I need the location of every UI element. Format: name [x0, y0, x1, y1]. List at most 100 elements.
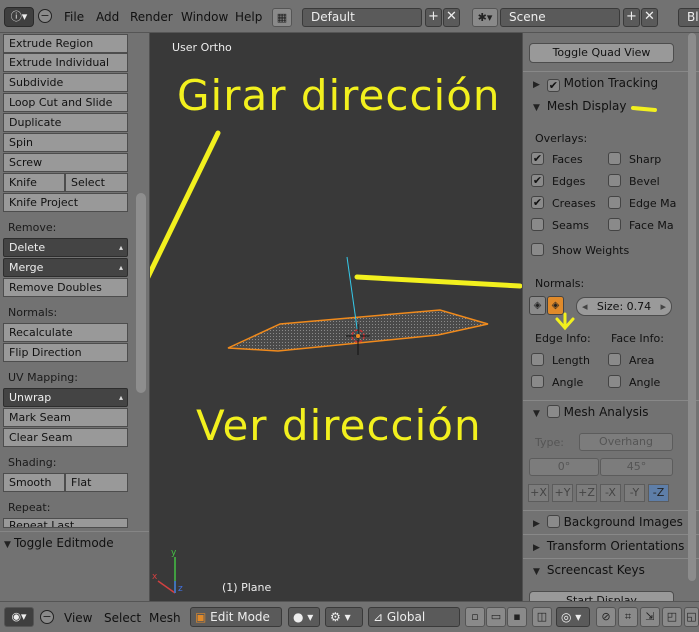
- axis-pos-x-button[interactable]: +X: [528, 484, 549, 502]
- info-editor-type-button[interactable]: ⓘ▾: [4, 7, 34, 27]
- axis-neg-y-button[interactable]: -Y: [624, 484, 645, 502]
- add-scene-button[interactable]: +: [623, 8, 640, 27]
- seams-checkbox[interactable]: [531, 218, 544, 231]
- sharp-checkbox[interactable]: [608, 152, 621, 165]
- knife-select-button[interactable]: Select: [65, 173, 128, 192]
- axis-neg-x-button[interactable]: -X: [600, 484, 621, 502]
- motion-tracking-panel[interactable]: ▶ ✔ Motion Tracking: [523, 71, 699, 93]
- edge-angle-checkbox[interactable]: [531, 375, 544, 388]
- pivot-point-dropdown[interactable]: ⚙ ▾: [325, 607, 363, 627]
- angle-max-field[interactable]: 45°: [600, 458, 673, 476]
- transform-orientation-dropdown[interactable]: ⊿ Global: [368, 607, 460, 627]
- properties-region: Toggle Quad View ▶ ✔ Motion Tracking ▼ M…: [522, 33, 699, 601]
- normal-size-field[interactable]: ◂ Size: 0.74 ▸: [576, 297, 672, 316]
- menu-add[interactable]: Add: [96, 10, 119, 24]
- analysis-type-value: Overhang: [599, 435, 653, 448]
- collapse-menus-icon[interactable]: −: [38, 9, 52, 23]
- view3d-editor-type-icon[interactable]: ◉▾: [4, 607, 34, 627]
- bevel-checkbox[interactable]: [608, 174, 621, 187]
- snap-target-icon[interactable]: ⌗: [618, 607, 638, 627]
- render-anim-icon[interactable]: ◱: [684, 607, 699, 627]
- toggle-quad-view-button[interactable]: Toggle Quad View: [529, 43, 674, 63]
- vertex-normals-icon[interactable]: ◈: [529, 296, 546, 315]
- knife-project-button[interactable]: Knife Project: [3, 193, 128, 212]
- render-icon[interactable]: ◰: [662, 607, 682, 627]
- menu-mesh[interactable]: Mesh: [149, 611, 181, 625]
- menu-file[interactable]: File: [64, 10, 84, 24]
- screw-button[interactable]: Screw: [3, 153, 128, 172]
- creases-checkbox[interactable]: ✔: [531, 196, 544, 209]
- screencast-keys-panel[interactable]: ▼ Screencast Keys: [523, 558, 699, 580]
- menu-view[interactable]: View: [64, 611, 92, 625]
- screen-layout-icon[interactable]: ▦: [272, 8, 292, 27]
- delete-dropdown[interactable]: Delete▴▾: [3, 238, 128, 269]
- panel-collapsed-icon: ▶: [533, 543, 540, 553]
- flip-direction-button[interactable]: Flip Direction: [3, 343, 128, 362]
- recalculate-button[interactable]: Recalculate: [3, 323, 128, 342]
- interaction-mode-dropdown[interactable]: ▣ Edit Mode: [190, 607, 282, 627]
- limit-selection-icon[interactable]: ◫: [532, 607, 552, 627]
- viewport-shading-dropdown[interactable]: ● ▾: [288, 607, 320, 627]
- face-select-icon[interactable]: ▪: [507, 607, 527, 627]
- snap-element-icon[interactable]: ⇲: [640, 607, 660, 627]
- menu-window[interactable]: Window: [181, 10, 228, 24]
- extrude-region-button[interactable]: Extrude Region: [3, 34, 128, 53]
- start-display-button[interactable]: Start Display: [529, 591, 674, 601]
- spin-button[interactable]: Spin: [3, 133, 128, 152]
- remove-layout-button[interactable]: ✕: [443, 8, 460, 27]
- flat-button[interactable]: Flat: [65, 473, 128, 492]
- remove-scene-button[interactable]: ✕: [641, 8, 658, 27]
- edges-checkbox[interactable]: ✔: [531, 174, 544, 187]
- extrude-individual-button[interactable]: Extrude Individual: [3, 53, 128, 72]
- mesh-analysis-panel[interactable]: ▼ Mesh Analysis: [523, 400, 699, 422]
- clear-seam-button[interactable]: Clear Seam: [3, 428, 128, 447]
- faces-checkbox[interactable]: ✔: [531, 152, 544, 165]
- subdivide-button[interactable]: Subdivide: [3, 73, 128, 92]
- scene-icon[interactable]: ✱▾: [472, 8, 498, 27]
- mesh-analysis-checkbox[interactable]: [546, 405, 560, 418]
- scene-field[interactable]: Scene: [500, 8, 620, 27]
- background-images-panel[interactable]: ▶ Background Images: [523, 510, 699, 532]
- knife-button[interactable]: Knife: [3, 173, 65, 192]
- toggle-editmode-panel[interactable]: ▼ Toggle Editmode: [0, 531, 149, 553]
- orientation-icon: ⊿: [373, 610, 387, 624]
- edge-length-checkbox[interactable]: [531, 353, 544, 366]
- smooth-button[interactable]: Smooth: [3, 473, 65, 492]
- background-images-checkbox[interactable]: [546, 515, 560, 528]
- merge-dropdown[interactable]: Merge▴▾: [3, 258, 128, 289]
- unwrap-dropdown[interactable]: Unwrap▴▾: [3, 388, 128, 419]
- menu-help[interactable]: Help: [235, 10, 262, 24]
- axis-neg-z-button[interactable]: -Z: [648, 484, 669, 502]
- menu-render[interactable]: Render: [130, 10, 173, 24]
- edge-marks-checkbox[interactable]: [608, 196, 621, 209]
- loop-cut-button[interactable]: Loop Cut and Slide: [3, 93, 128, 112]
- analysis-type-label: Type:: [535, 436, 564, 449]
- remove-doubles-button[interactable]: Remove Doubles: [3, 278, 128, 297]
- edge-select-icon[interactable]: ▭: [486, 607, 506, 627]
- menu-select[interactable]: Select: [104, 611, 141, 625]
- axis-pos-z-button[interactable]: +Z: [576, 484, 597, 502]
- sharp-label: Sharp: [629, 153, 662, 166]
- angle-min-field[interactable]: 0°: [529, 458, 599, 476]
- vertex-select-icon[interactable]: ▫: [465, 607, 485, 627]
- render-engine-field[interactable]: Ble: [678, 8, 699, 27]
- analysis-type-dropdown[interactable]: Overhang: [579, 433, 673, 451]
- axis-pos-y-button[interactable]: +Y: [552, 484, 573, 502]
- snap-icon[interactable]: ⊘: [596, 607, 616, 627]
- proportional-edit-dropdown[interactable]: ◎ ▾: [556, 607, 590, 627]
- face-angle-checkbox[interactable]: [608, 375, 621, 388]
- toolshelf-scrollbar[interactable]: [136, 193, 146, 393]
- transform-orientations-panel[interactable]: ▶ Transform Orientations: [523, 534, 699, 556]
- collapse-menus-icon[interactable]: −: [40, 610, 54, 624]
- repeat-last-button[interactable]: Repeat Last: [3, 518, 128, 528]
- face-area-checkbox[interactable]: [608, 353, 621, 366]
- motion-tracking-checkbox[interactable]: ✔: [546, 79, 560, 92]
- duplicate-button[interactable]: Duplicate: [3, 113, 128, 132]
- mark-seam-button[interactable]: Mark Seam: [3, 408, 128, 427]
- add-layout-button[interactable]: +: [425, 8, 442, 27]
- 3d-viewport[interactable]: User Ortho y x z Girar dirección Ver dir…: [150, 33, 522, 601]
- properties-scrollbar[interactable]: [688, 33, 696, 581]
- screen-layout-field[interactable]: Default: [302, 8, 422, 27]
- face-marks-checkbox[interactable]: [608, 218, 621, 231]
- show-weights-checkbox[interactable]: [531, 243, 544, 256]
